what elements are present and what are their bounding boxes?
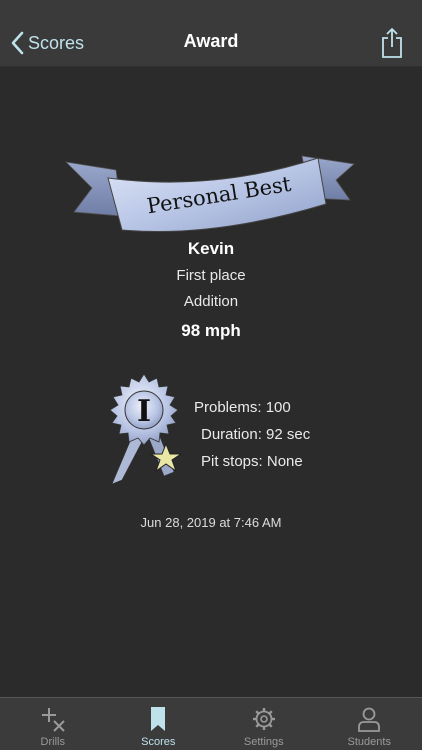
award-date: Jun 28, 2019 at 7:46 AM [140, 515, 282, 530]
award-content: Personal Best Kevin First place Addition… [0, 66, 422, 698]
plus-times-icon [41, 708, 65, 732]
tab-drills[interactable]: Drills [0, 698, 106, 750]
tab-scores[interactable]: Scores [106, 698, 212, 750]
share-button[interactable] [380, 27, 404, 59]
problems-stat: Problems: 100 [194, 399, 291, 416]
share-icon [382, 28, 402, 58]
tab-settings[interactable]: Settings [211, 698, 317, 750]
operation-text: Addition [183, 293, 239, 310]
page-title: Award [183, 31, 239, 51]
tab-bar: Drills Scores Settings Students [0, 697, 422, 750]
navigation-bar: Scores Award [0, 0, 422, 67]
gear-icon [252, 708, 275, 730]
bookmark-icon [151, 707, 166, 731]
tab-drills-label: Drills [40, 736, 65, 748]
tab-settings-label: Settings [243, 736, 284, 748]
rosette-badge-icon: I [109, 373, 183, 485]
tab-students[interactable]: Students [317, 698, 422, 750]
speed-text: 98 mph [181, 321, 241, 340]
stats-list: Problems: 100 Duration: 92 sec Pit stops… [194, 398, 310, 479]
rank-numeral: I [137, 394, 151, 429]
student-name: Kevin [187, 239, 235, 258]
tab-scores-label: Scores [141, 736, 176, 748]
duration-stat: Duration: 92 sec [201, 426, 311, 443]
person-icon [358, 707, 381, 732]
tab-students-label: Students [347, 736, 391, 748]
place-text: First place [176, 267, 246, 284]
pit-stops-stat: Pit stops: None [201, 453, 303, 470]
ribbon-banner: Personal Best [64, 155, 355, 233]
